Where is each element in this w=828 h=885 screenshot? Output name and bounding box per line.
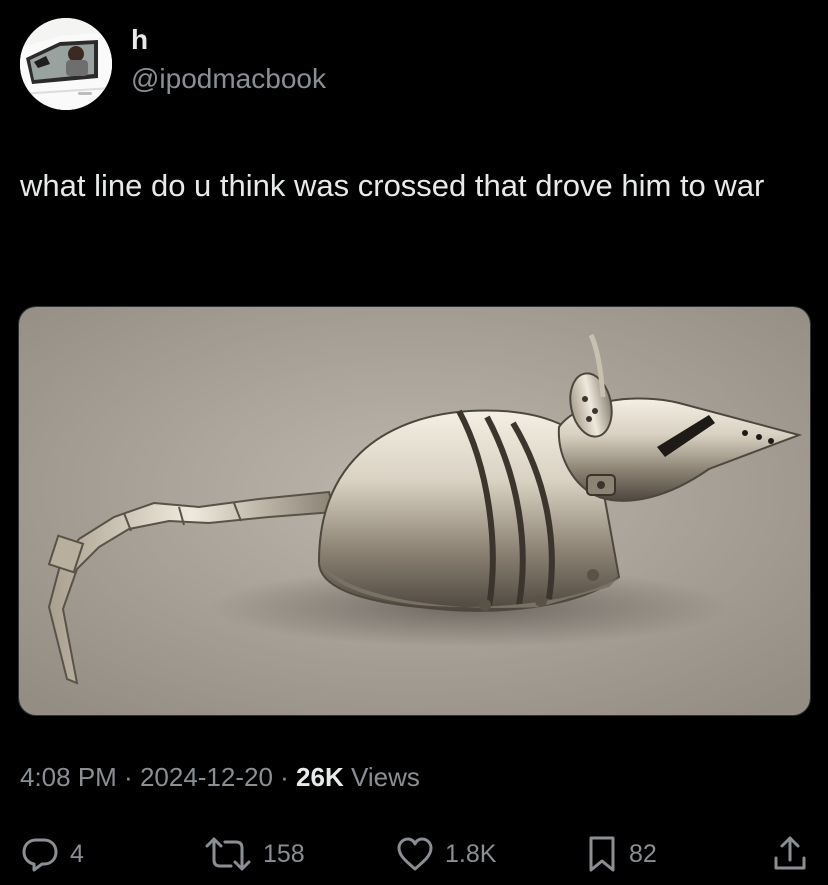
display-name[interactable]: h — [131, 23, 326, 57]
share-button[interactable] — [770, 832, 810, 876]
armored-rat-sculpture-icon — [19, 307, 810, 715]
tweet-date[interactable]: 2024-12-20 — [140, 762, 273, 792]
tweet-time[interactable]: 4:08 PM — [20, 762, 117, 792]
bookmark-count: 82 — [629, 839, 657, 868]
views-label: Views — [343, 762, 420, 792]
views-count: 26K — [296, 762, 344, 792]
heart-icon — [397, 837, 433, 871]
reply-button[interactable]: 4 — [20, 832, 84, 876]
like-count: 1.8K — [445, 839, 497, 868]
like-button[interactable]: 1.8K — [395, 832, 496, 876]
repost-button[interactable]: 158 — [203, 832, 305, 876]
action-bar: 4 158 1.8K 82 — [0, 832, 828, 876]
tweet-header: h @ipodmacbook — [20, 16, 326, 112]
repost-count: 158 — [263, 839, 305, 868]
tweet-media-image[interactable] — [18, 306, 811, 716]
meta-separator: · — [116, 762, 140, 792]
bookmark-icon — [589, 836, 615, 872]
avatar[interactable] — [20, 18, 112, 110]
tweet-meta: 4:08 PM · 2024-12-20 · 26K Views — [20, 762, 420, 793]
share-icon — [774, 836, 806, 870]
avatar-car-photo-icon — [20, 18, 112, 110]
bookmark-button[interactable]: 82 — [585, 832, 657, 876]
meta-separator: · — [272, 762, 297, 792]
repost-icon — [205, 837, 251, 871]
reply-count: 4 — [70, 839, 84, 868]
reply-icon — [22, 838, 58, 872]
user-handle[interactable]: @ipodmacbook — [131, 61, 326, 97]
user-info: h @ipodmacbook — [131, 23, 326, 97]
tweet-text: what line do u think was crossed that dr… — [20, 168, 765, 203]
